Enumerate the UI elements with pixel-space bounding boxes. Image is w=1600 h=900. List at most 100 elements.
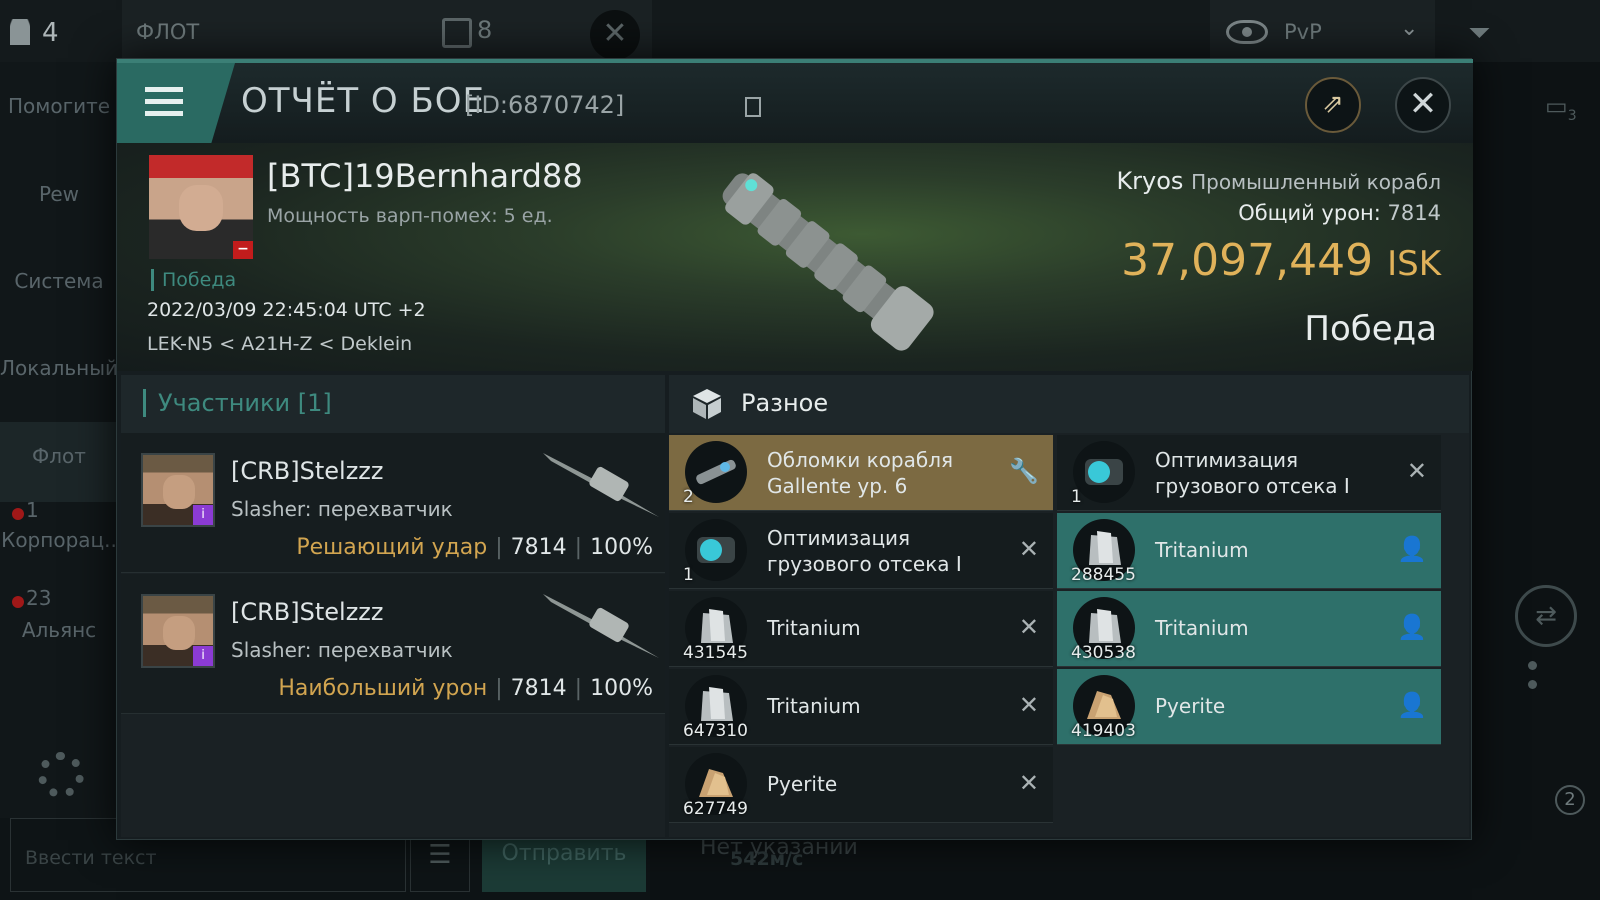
- copy-icon[interactable]: [745, 97, 761, 117]
- ship-thumbnail: [543, 594, 659, 658]
- avatar[interactable]: i: [141, 453, 215, 527]
- victory-tag: Победа: [151, 269, 236, 291]
- item-quantity: 288455: [1071, 565, 1136, 585]
- info-icon: i: [193, 646, 213, 666]
- person-icon: [10, 19, 30, 45]
- warp-strength: Мощность варп-помех: 5 ед.: [267, 205, 553, 227]
- item-quantity: 2: [683, 487, 694, 507]
- cargo-rig-icon: [1073, 441, 1135, 503]
- person-icon[interactable]: 👤: [1397, 691, 1427, 719]
- report-summary: − [BTC]19Bernhard88 Мощность варп-помех:…: [117, 143, 1473, 371]
- participant-stats: Наибольший урон | 7814 | 100%: [278, 676, 653, 701]
- channel-pew[interactable]: Pew: [0, 182, 118, 206]
- close-button[interactable]: ✕: [1395, 77, 1451, 133]
- dialog-header: ОТЧЁТ О БОЕ [ID:6870742] ⇗ ✕: [117, 59, 1473, 143]
- speed-readout: 542м/с: [730, 848, 804, 870]
- minus-icon: −: [233, 241, 253, 259]
- victim-portrait[interactable]: −: [149, 155, 253, 259]
- channel-help[interactable]: Помогите: [0, 94, 118, 118]
- filter-icon[interactable]: ⏷: [1468, 16, 1490, 50]
- battle-datetime: 2022/03/09 22:45:04 UTC +2: [147, 299, 426, 321]
- person-icon[interactable]: 👤: [1397, 613, 1427, 641]
- info-icon: i: [193, 505, 213, 525]
- item-name: Оптимизация грузового отсека I: [1155, 448, 1350, 498]
- notification-dot: [12, 508, 24, 520]
- participant-row[interactable]: i [CRB]Stelzzz Slasher: перехватчик Реша…: [121, 433, 665, 573]
- report-id: [ID:6870742]: [465, 91, 625, 119]
- swap-icon[interactable]: ⇄: [1515, 585, 1577, 647]
- item-quantity: 419403: [1071, 721, 1136, 741]
- players-count[interactable]: 4: [10, 18, 59, 48]
- notification-dot: [12, 596, 24, 608]
- item-quantity: 1: [683, 565, 694, 585]
- window-icon[interactable]: [442, 18, 472, 48]
- chat-bubble-icon[interactable]: ▭3: [1545, 92, 1577, 124]
- item-name: Обломки корабля Gallente ур. 6: [767, 448, 954, 498]
- ship-image: [722, 173, 934, 351]
- close-icon[interactable]: ✕: [1019, 691, 1039, 719]
- dialog-title: ОТЧЁТ О БОЕ: [241, 81, 486, 121]
- menu-button[interactable]: [117, 63, 237, 143]
- top-bar: 4 ФЛОТ 8 ✕ PvP ⌄ ⏷: [0, 0, 1600, 62]
- battle-report-dialog: ОТЧЁТ О БОЕ [ID:6870742] ⇗ ✕ − [BTC]19Be…: [116, 58, 1473, 840]
- battle-result: Победа: [1304, 309, 1437, 349]
- loot-header: Разное: [669, 375, 1469, 433]
- channel-system[interactable]: Система: [0, 269, 118, 293]
- counter-badge: 2: [1555, 785, 1585, 815]
- loot-item[interactable]: 1 Оптимизация грузового отсека I ✕: [1057, 435, 1441, 511]
- pvp-filter[interactable]: PvP ⌄: [1210, 0, 1435, 62]
- alliance-badge-count: 23: [26, 586, 52, 610]
- close-icon: ✕: [1408, 84, 1438, 124]
- close-icon[interactable]: ✕: [1019, 535, 1039, 563]
- loot-item[interactable]: 288455 Tritanium 👤: [1057, 513, 1441, 589]
- fleet-title: ФЛОТ: [136, 20, 200, 44]
- item-quantity: 1: [1071, 487, 1082, 507]
- item-name: Tritanium: [1155, 538, 1249, 562]
- channel-alliance[interactable]: Альянс: [0, 618, 118, 642]
- chevron-down-icon: ⌄: [1400, 16, 1419, 41]
- pvp-label: PvP: [1284, 20, 1322, 44]
- loot-item[interactable]: 431545 Tritanium ✕: [669, 591, 1053, 667]
- item-quantity: 627749: [683, 799, 748, 819]
- channel-local[interactable]: Локальный: [0, 356, 118, 380]
- gear-icon[interactable]: [38, 752, 84, 798]
- item-quantity: 431545: [683, 643, 748, 663]
- ship-thumbnail: [543, 453, 659, 517]
- avatar[interactable]: i: [141, 594, 215, 668]
- channel-fleet[interactable]: Флот: [0, 422, 118, 502]
- ship-class: Промышленный корабл: [1191, 170, 1441, 194]
- participants-header: Участники [1]: [121, 375, 665, 433]
- wrench-icon[interactable]: 🔧: [1009, 457, 1039, 485]
- fleet-close-button[interactable]: ✕: [590, 10, 640, 60]
- loot-item[interactable]: 1 Оптимизация грузового отсека I ✕: [669, 513, 1053, 589]
- close-icon[interactable]: ✕: [1019, 613, 1039, 641]
- item-name: Tritanium: [1155, 616, 1249, 640]
- item-quantity: 647310: [683, 721, 748, 741]
- wreck-icon: [685, 441, 747, 503]
- chat-channel-sidebar: Помогите Pew Система Локальный Флот 1 Ко…: [0, 62, 118, 900]
- close-icon[interactable]: ✕: [1019, 769, 1039, 797]
- battle-location[interactable]: LEK-N5 < A21H-Z < Deklein: [147, 333, 412, 355]
- participant-row[interactable]: i [CRB]Stelzzz Slasher: перехватчик Наиб…: [121, 574, 665, 714]
- close-icon[interactable]: ✕: [1407, 457, 1427, 485]
- share-button[interactable]: ⇗: [1305, 77, 1361, 133]
- participants-panel: Участники [1] i [CRB]Stelzzz Slasher: пе…: [121, 375, 665, 837]
- item-quantity: 430538: [1071, 643, 1136, 663]
- loot-item[interactable]: 2 Обломки корабля Gallente ур. 6 🔧: [669, 435, 1053, 511]
- participant-stats: Решающий удар | 7814 | 100%: [296, 535, 653, 560]
- loot-item[interactable]: 627749 Pyerite ✕: [669, 747, 1053, 823]
- loot-item[interactable]: 430538 Tritanium 👤: [1057, 591, 1441, 667]
- page-dots: [1528, 655, 1568, 689]
- loot-item[interactable]: 419403 Pyerite 👤: [1057, 669, 1441, 745]
- loot-item[interactable]: 647310 Tritanium ✕: [669, 669, 1053, 745]
- ship-name[interactable]: Kryos Промышленный корабл: [1116, 167, 1441, 195]
- fleet-panel-header: ФЛОТ 8 ✕: [122, 0, 652, 62]
- item-name: Оптимизация грузового отсека I: [767, 526, 962, 576]
- participant-name: [CRB]Stelzzz: [231, 457, 384, 485]
- channel-corp[interactable]: Корпорац..: [0, 528, 118, 552]
- cargo-rig-icon: [685, 519, 747, 581]
- victim-name[interactable]: [BTC]19Bernhard88: [267, 157, 583, 195]
- hamburger-icon: [145, 87, 183, 117]
- person-icon[interactable]: 👤: [1397, 535, 1427, 563]
- participant-ship: Slasher: перехватчик: [231, 497, 453, 521]
